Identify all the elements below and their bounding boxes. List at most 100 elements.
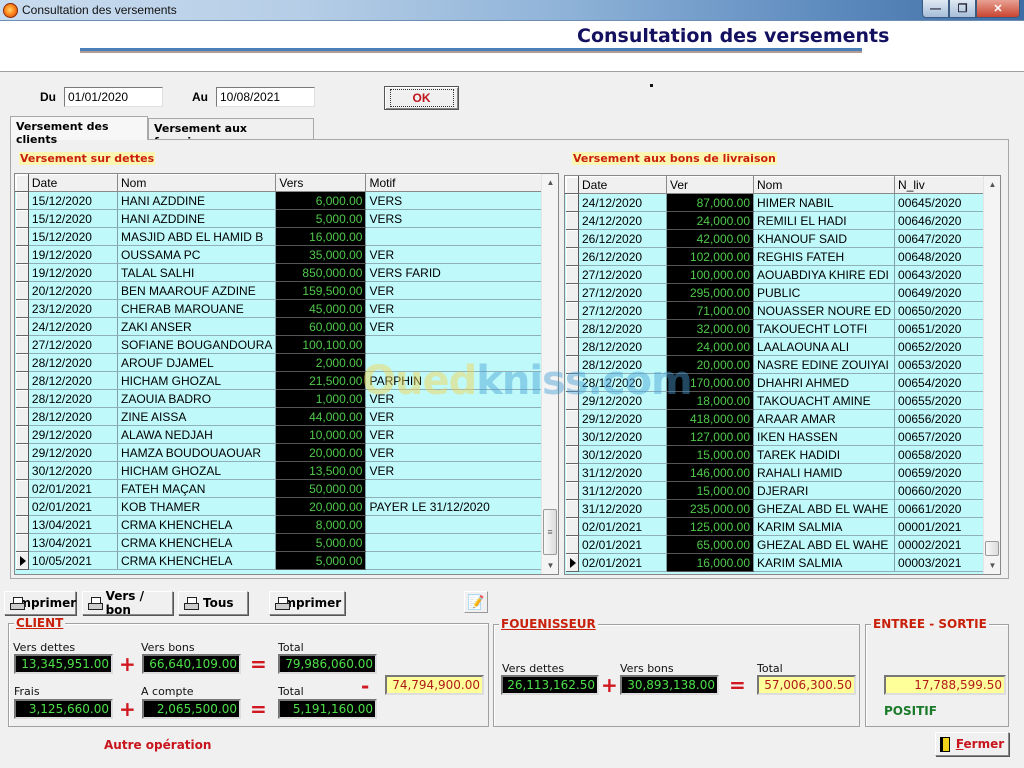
cell-date[interactable]: 31/12/2020 [578,499,667,518]
cell-date[interactable]: 15/12/2020 [28,227,119,246]
row-indicator[interactable] [15,263,29,282]
cell-date[interactable]: 28/12/2020 [578,319,667,338]
scroll-up-arrow-icon[interactable]: ▲ [984,176,1000,193]
cell-vers[interactable]: 20,000.00 [275,497,367,516]
cell-date[interactable]: 27/12/2020 [578,283,667,302]
au-date-input[interactable]: 10/08/2021 [216,87,315,107]
cell-vers[interactable]: 6,000.00 [275,191,367,210]
row-indicator[interactable] [15,191,29,210]
cell-n-liv[interactable]: 00655/2020 [894,391,996,410]
cell-ver[interactable]: 102,000.00 [666,247,754,266]
cell-nom[interactable]: AOUABDIYA KHIRE EDI [753,265,896,284]
cell-date[interactable]: 15/12/2020 [28,209,119,228]
cell-n-liv[interactable]: 00659/2020 [894,463,996,482]
cell-nom[interactable]: NASRE EDINE ZOUIYAI [753,355,896,374]
table-row[interactable]: 28/12/2020 24,000.00 LAALAOUNA ALI 00652/20… [565,337,996,356]
cell-n-liv[interactable]: 00649/2020 [894,283,996,302]
row-indicator[interactable] [15,461,29,480]
cell-date[interactable]: 28/12/2020 [28,371,119,390]
cell-ver[interactable]: 42,000.00 [666,229,754,248]
cell-nom[interactable]: ZINE AISSA [117,407,277,426]
cell-ver[interactable]: 32,000.00 [666,319,754,338]
row-indicator[interactable] [15,227,29,246]
column-header-date[interactable]: Date [578,176,667,194]
cell-nom[interactable]: OUSSAMA PC [117,245,277,264]
row-indicator[interactable] [565,355,579,374]
table-row[interactable]: 26/12/2020 102,000.00 REGHIS FATEH 00648/20… [565,247,996,266]
table-row[interactable]: 28/12/2020 170,000.00 DHAHRI AHMED 00654/20… [565,373,996,392]
cell-date[interactable]: 02/01/2021 [28,479,119,498]
table-row[interactable]: 30/12/2020 15,000.00 TAREK HADIDI 00658/202… [565,445,996,464]
table-row[interactable]: 20/12/2020 BEN MAAROUF AZDINE 159,500.00 VE… [15,281,558,300]
cell-date[interactable]: 30/12/2020 [578,445,667,464]
cell-n-liv[interactable]: 00658/2020 [894,445,996,464]
cell-vers[interactable]: 21,500.00 [275,371,367,390]
table-row[interactable]: 24/12/2020 ZAKI ANSER 60,000.00 VER [15,317,558,336]
cell-n-liv[interactable]: 00646/2020 [894,211,996,230]
cell-nom[interactable]: HAMZA BOUDOUAOUAR [117,443,277,462]
cell-date[interactable]: 28/12/2020 [578,355,667,374]
cell-nom[interactable]: AROUF DJAMEL [117,353,277,372]
cell-motif[interactable]: PAYER LE 31/12/2020 [365,497,558,516]
cell-nom[interactable]: ZAKI ANSER [117,317,277,336]
cell-date[interactable]: 19/12/2020 [28,245,119,264]
cell-vers[interactable]: 35,000.00 [275,245,367,264]
table-row[interactable]: 29/12/2020 418,000.00 ARAAR AMAR 00656/2020 [565,409,996,428]
table-row[interactable]: 28/12/2020 ZAOUIA BADRO 1,000.00 VER [15,389,558,408]
cell-nom[interactable]: HIMER NABIL [753,193,896,212]
row-indicator[interactable] [15,335,29,354]
table-row[interactable]: 15/12/2020 HANI AZDDINE 5,000.00 VERS [15,209,558,228]
imprimer-bons-button[interactable]: Imprimer [269,591,345,615]
cell-n-liv[interactable]: 00002/2021 [894,535,996,554]
row-indicator[interactable] [565,553,579,572]
scroll-up-arrow-icon[interactable]: ▲ [542,174,558,191]
cell-ver[interactable]: 127,000.00 [666,427,754,446]
cell-date[interactable]: 27/12/2020 [578,301,667,320]
cell-motif[interactable] [365,353,558,372]
minimize-button[interactable]: — [922,0,949,18]
cell-motif[interactable] [365,515,558,534]
cell-date[interactable]: 26/12/2020 [578,229,667,248]
table-row[interactable]: 02/01/2021 125,000.00 KARIM SALMIA 00001/20… [565,517,996,536]
cell-n-liv[interactable]: 00657/2020 [894,427,996,446]
row-indicator[interactable] [565,373,579,392]
cell-n-liv[interactable]: 00643/2020 [894,265,996,284]
cell-nom[interactable]: ARAAR AMAR [753,409,896,428]
cell-nom[interactable]: NOUASSER NOURE ED [753,301,896,320]
table-row[interactable]: 29/12/2020 18,000.00 TAKOUACHT AMINE 00655/… [565,391,996,410]
close-button[interactable]: ✕ [976,0,1020,18]
cell-nom[interactable]: MASJID ABD EL HAMID B [117,227,277,246]
table-row[interactable]: 31/12/2020 15,000.00 DJERARI 00660/2020 [565,481,996,500]
table-row[interactable]: 02/01/2021 FATEH MAÇAN 50,000.00 [15,479,558,498]
table-row[interactable]: 28/12/2020 ZINE AISSA 44,000.00 VER [15,407,558,426]
table-row[interactable]: 13/04/2021 CRMA KHENCHELA 5,000.00 [15,533,558,552]
row-indicator[interactable] [565,481,579,500]
export-document-button[interactable]: 📝 [464,591,488,613]
cell-nom[interactable]: BEN MAAROUF AZDINE [117,281,277,300]
scroll-thumb[interactable]: ≡ [543,509,557,555]
row-indicator[interactable] [565,301,579,320]
cell-nom[interactable]: KARIM SALMIA [753,517,896,536]
cell-ver[interactable]: 170,000.00 [666,373,754,392]
table-row[interactable]: 28/12/2020 AROUF DJAMEL 2,000.00 [15,353,558,372]
cell-date[interactable]: 02/01/2021 [578,517,667,536]
cell-ver[interactable]: 71,000.00 [666,301,754,320]
table-row[interactable]: 29/12/2020 ALAWA NEDJAH 10,000.00 VER [15,425,558,444]
cell-motif[interactable]: VER [365,245,558,264]
cell-date[interactable]: 24/12/2020 [578,193,667,212]
table-row[interactable]: 19/12/2020 OUSSAMA PC 35,000.00 VER [15,245,558,264]
cell-vers[interactable]: 20,000.00 [275,443,367,462]
cell-motif[interactable] [365,335,558,354]
cell-ver[interactable]: 18,000.00 [666,391,754,410]
cell-nom[interactable]: GHEZAL ABD EL WAHE [753,535,896,554]
cell-motif[interactable]: VER [365,443,558,462]
row-indicator[interactable] [565,319,579,338]
cell-ver[interactable]: 20,000.00 [666,355,754,374]
cell-motif[interactable]: VER [365,281,558,300]
cell-vers[interactable]: 8,000.00 [275,515,367,534]
cell-vers[interactable]: 159,500.00 [275,281,367,300]
cell-date[interactable]: 28/12/2020 [578,337,667,356]
row-indicator[interactable] [15,551,29,570]
row-indicator[interactable] [565,463,579,482]
cell-vers[interactable]: 2,000.00 [275,353,367,372]
